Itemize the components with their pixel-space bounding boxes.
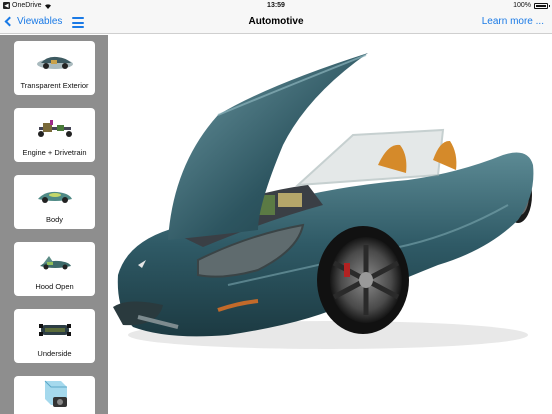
car-body-thumbnail [14, 181, 95, 211]
battery-status: 100% [513, 2, 550, 9]
status-time: 13:59 [267, 2, 285, 9]
viewable-tile-hood-open[interactable]: Hood Open [14, 242, 95, 296]
viewable-label: Transparent Exterior [20, 81, 89, 90]
viewable-label: Body [45, 215, 64, 224]
viewable-tile-body[interactable]: Body [14, 175, 95, 229]
car-transparent-thumbnail [14, 47, 95, 77]
navigation-bar: Viewables Automotive Learn more ... [0, 12, 552, 34]
viewable-tile-camera-view[interactable] [14, 376, 95, 414]
hamburger-menu-icon[interactable] [72, 17, 84, 28]
chevron-left-icon [4, 16, 15, 27]
viewables-sidebar[interactable]: Transparent Exterior Engine + Drivetrain… [0, 35, 108, 414]
model-viewport[interactable] [108, 35, 552, 414]
viewables-back-label: Viewables [17, 16, 63, 27]
battery-icon [534, 2, 550, 9]
viewable-tile-transparent-exterior[interactable]: Transparent Exterior [14, 41, 95, 95]
car-underside-thumbnail [14, 315, 95, 345]
car-3d-model[interactable] [108, 35, 552, 414]
viewable-label: Hood Open [35, 282, 74, 291]
viewable-label: Underside [37, 349, 72, 358]
battery-percent: 100% [513, 2, 531, 9]
car-hood-open-thumbnail [14, 248, 95, 278]
viewables-back-button[interactable]: Viewables [4, 16, 63, 27]
drivetrain-thumbnail [14, 114, 95, 144]
viewable-tile-engine-drivetrain[interactable]: Engine + Drivetrain [14, 108, 95, 162]
status-bar: ◀ OneDrive 13:59 100% [0, 0, 552, 12]
viewable-label: Engine + Drivetrain [22, 148, 87, 157]
viewable-tile-underside[interactable]: Underside [14, 309, 95, 363]
camera-cube-thumbnail [14, 378, 95, 408]
learn-more-link[interactable]: Learn more ... [482, 16, 544, 27]
